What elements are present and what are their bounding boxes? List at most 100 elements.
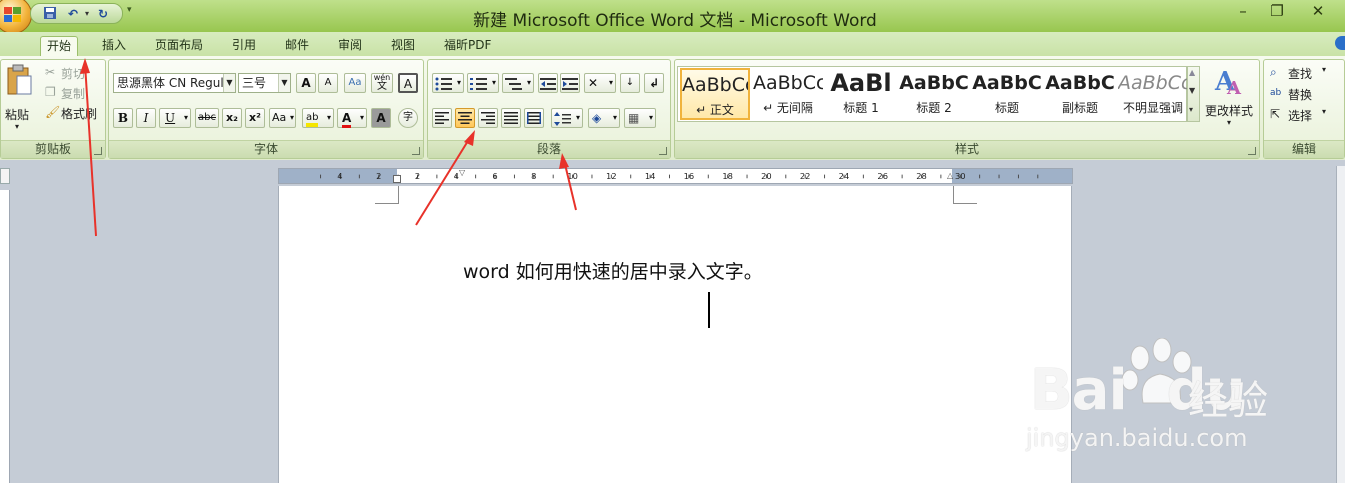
chevron-down-icon: ▾ bbox=[1227, 118, 1232, 127]
multilevel-list-button[interactable]: ▾ bbox=[502, 73, 534, 93]
ruler-number: 22 bbox=[800, 171, 811, 181]
style-heading-2[interactable]: AaBbC 标题 2 bbox=[899, 68, 969, 120]
bold-button[interactable]: B bbox=[113, 108, 133, 128]
style-normal[interactable]: AaBbCcDd ↵ 正文 bbox=[680, 68, 750, 120]
document-text[interactable]: word 如何用快速的居中录入文字。 bbox=[463, 257, 763, 284]
character-border-button[interactable]: A bbox=[398, 73, 418, 93]
find-button[interactable]: ⌕ 查找 ▾ bbox=[1268, 64, 1342, 82]
align-center-button[interactable] bbox=[455, 108, 475, 128]
save-icon[interactable] bbox=[41, 6, 59, 22]
grow-font-button[interactable]: A bbox=[296, 73, 316, 93]
italic-button[interactable]: I bbox=[136, 108, 156, 128]
phonetic-guide-button[interactable]: wén 文 bbox=[371, 73, 393, 93]
styles-gallery-scroll[interactable]: ▲ ▼ ▾ bbox=[1187, 66, 1200, 122]
restore-button[interactable]: ❐ bbox=[1263, 2, 1291, 20]
sort-button[interactable]: ↓ bbox=[620, 73, 640, 93]
tab-foxit-pdf[interactable]: 福昕PDF bbox=[438, 36, 497, 56]
font-launcher-icon[interactable] bbox=[412, 147, 420, 155]
decrease-indent-button[interactable] bbox=[538, 73, 558, 93]
strikethrough-button[interactable]: abc bbox=[195, 108, 219, 128]
font-name-combo[interactable]: 思源黑体 CN Regul ▼ bbox=[113, 73, 236, 93]
highlight-button[interactable]: ab ▾ bbox=[302, 108, 334, 128]
enclose-characters-button[interactable]: 字 bbox=[398, 108, 418, 128]
replace-button[interactable]: ab 替换 bbox=[1268, 85, 1342, 103]
style-title[interactable]: AaBbC 标题 bbox=[972, 68, 1042, 120]
tab-references[interactable]: 引用 bbox=[226, 36, 262, 56]
customize-qat-icon[interactable]: ▾ bbox=[127, 5, 132, 15]
crop-mark bbox=[375, 186, 399, 204]
brush-icon: 🖌 bbox=[45, 105, 61, 119]
tab-view[interactable]: 视图 bbox=[385, 36, 421, 56]
styles-launcher-icon[interactable] bbox=[1248, 147, 1256, 155]
minimize-button[interactable]: – bbox=[1229, 2, 1257, 20]
copy-button[interactable]: ❐ 复制 bbox=[43, 84, 103, 102]
find-label: 查找 bbox=[1288, 67, 1313, 81]
clipboard-launcher-icon[interactable] bbox=[94, 147, 102, 155]
tab-selector[interactable] bbox=[0, 168, 10, 184]
subscript-button[interactable]: x₂ bbox=[222, 108, 242, 128]
font-color-button[interactable]: A ▾ bbox=[337, 108, 367, 128]
undo-dropdown-icon[interactable]: ▾ bbox=[83, 6, 91, 22]
cursor-icon: ⇱ bbox=[1270, 107, 1281, 121]
chevron-down-icon: ▾ bbox=[1322, 65, 1327, 74]
chinese-layout-icon: ✕ bbox=[588, 76, 599, 90]
show-marks-button[interactable]: ↲ bbox=[644, 73, 664, 93]
horizontal-ruler[interactable]: 4 2 2 4 6 8 10 12 14 16 18 20 22 24 26 28 30 ▽ △ bbox=[278, 168, 1073, 184]
format-painter-button[interactable]: 🖌 格式刷 bbox=[43, 104, 103, 122]
character-shading-button[interactable]: A bbox=[371, 108, 391, 128]
document-page[interactable]: word 如何用快速的居中录入文字。 bbox=[278, 186, 1072, 483]
first-line-indent-marker[interactable]: ▽ bbox=[459, 168, 465, 177]
distributed-button[interactable] bbox=[524, 108, 544, 128]
style-no-spacing[interactable]: AaBbCcDd ↵ 无间隔 bbox=[753, 68, 823, 120]
style-subtitle[interactable]: AaBbC 副标题 bbox=[1045, 68, 1115, 120]
style-heading-1[interactable]: AaBl 标题 1 bbox=[826, 68, 896, 120]
ruler-number: 18 bbox=[722, 171, 733, 181]
undo-icon[interactable]: ↶ bbox=[64, 6, 82, 22]
chevron-up-icon[interactable]: ▲ bbox=[1189, 68, 1195, 77]
tab-review[interactable]: 审阅 bbox=[332, 36, 368, 56]
left-indent-marker[interactable] bbox=[393, 175, 401, 183]
paragraph-group-label: 段落 bbox=[428, 140, 670, 158]
vertical-scrollbar[interactable] bbox=[1336, 166, 1345, 483]
numbering-button[interactable]: ▾ bbox=[467, 73, 499, 93]
align-left-button[interactable] bbox=[432, 108, 452, 128]
vertical-ruler[interactable] bbox=[0, 190, 10, 483]
bullets-button[interactable]: ▾ bbox=[432, 73, 464, 93]
underline-button[interactable]: U ▾ bbox=[159, 108, 191, 128]
style-subtle-emphasis[interactable]: AaBbCcDd 不明显强调 bbox=[1118, 68, 1188, 120]
clear-format-button[interactable]: Aa bbox=[344, 73, 366, 93]
shrink-font-button[interactable]: A bbox=[318, 73, 338, 93]
chevron-down-icon[interactable]: ▼ bbox=[1189, 86, 1195, 95]
tab-page-layout[interactable]: 页面布局 bbox=[149, 36, 209, 56]
justify-button[interactable] bbox=[501, 108, 521, 128]
gallery-more-icon[interactable]: ▾ bbox=[1189, 105, 1193, 114]
increase-indent-button[interactable] bbox=[560, 73, 580, 93]
borders-button[interactable]: ▦ ▾ bbox=[624, 108, 656, 128]
paste-icon bbox=[7, 64, 32, 95]
line-spacing-button[interactable]: ▾ bbox=[551, 108, 583, 128]
right-indent-marker[interactable]: △ bbox=[947, 171, 953, 180]
tab-home[interactable]: 开始 bbox=[40, 36, 79, 56]
close-button[interactable]: ✕ bbox=[1304, 2, 1332, 20]
change-styles-button[interactable]: AA 更改样式 ▾ bbox=[1203, 66, 1257, 136]
cut-button[interactable]: ✂ 剪切 bbox=[43, 64, 103, 82]
change-case-button[interactable]: Aa ▾ bbox=[269, 108, 296, 128]
replace-label: 替换 bbox=[1288, 88, 1313, 102]
align-right-button[interactable] bbox=[478, 108, 498, 128]
shading-button[interactable]: ◈ ▾ bbox=[588, 108, 620, 128]
office-logo-icon bbox=[4, 7, 22, 23]
select-button[interactable]: ⇱ 选择 ▾ bbox=[1268, 106, 1342, 124]
office-button[interactable] bbox=[0, 0, 32, 34]
superscript-button[interactable]: x² bbox=[245, 108, 265, 128]
style-name: 不明显强调 bbox=[1122, 101, 1183, 115]
tab-mailings[interactable]: 邮件 bbox=[279, 36, 315, 56]
help-icon[interactable] bbox=[1335, 36, 1345, 50]
paste-button[interactable]: 粘贴 ▾ bbox=[4, 64, 34, 136]
tab-insert[interactable]: 插入 bbox=[96, 36, 132, 56]
redo-icon[interactable]: ↻ bbox=[94, 6, 112, 22]
font-size-combo[interactable]: 三号 ▼ bbox=[238, 73, 291, 93]
chinese-layout-button[interactable]: ✕ ▾ bbox=[584, 73, 616, 93]
style-name: ↵ 无间隔 bbox=[763, 101, 813, 115]
chevron-down-icon: ▼ bbox=[223, 74, 235, 92]
paragraph-launcher-icon[interactable] bbox=[659, 147, 667, 155]
